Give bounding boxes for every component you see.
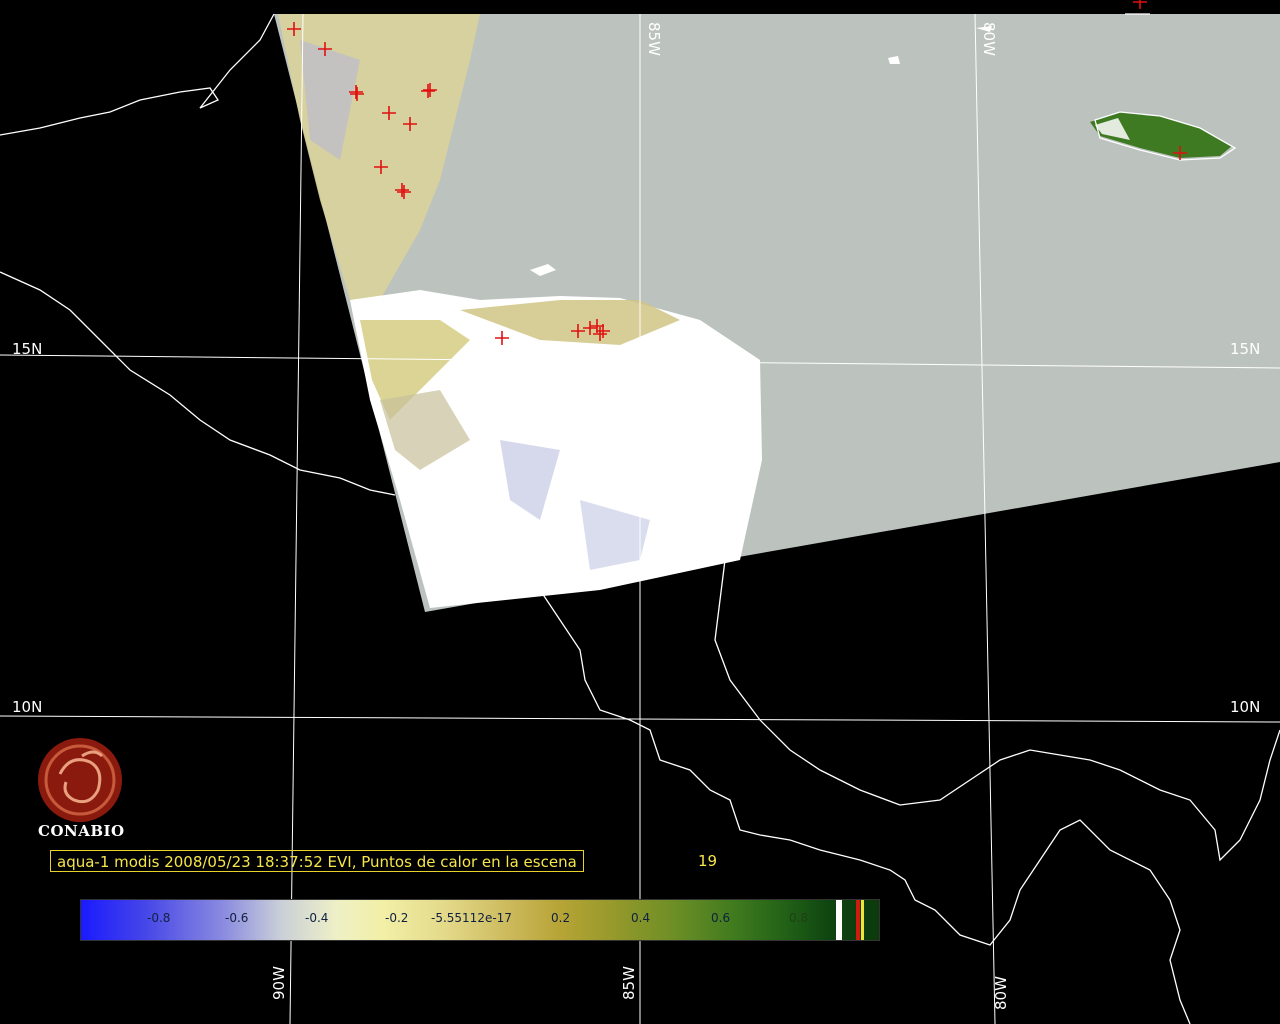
- hotspot-count: 19: [698, 852, 718, 870]
- lon-label-85w-top: 85W: [645, 22, 663, 56]
- lat-label-10n-left: 10N: [12, 698, 43, 716]
- lat-label-15n-right: 15N: [1230, 340, 1261, 358]
- scene-caption: aqua-1 modis 2008/05/23 18:37:52 EVI, Pu…: [50, 850, 584, 872]
- colorbar-label: -0.6: [225, 911, 249, 925]
- colorbar-label: 0.8: [789, 911, 809, 925]
- hotspot-marker: [1133, 0, 1147, 9]
- colorbar-label: -0.2: [385, 911, 409, 925]
- colorbar-cloud-swatch: [836, 900, 842, 940]
- lon-label-90w-bottom: 90W: [270, 966, 288, 1000]
- colorbar-label: 0.6: [711, 911, 731, 925]
- colorbar-yellow-swatch: [861, 900, 864, 940]
- evi-colorbar: -0.8 -0.6 -0.4 -0.2 -5.55112e-17 0.2 0.4…: [80, 899, 880, 941]
- lat-label-10n-right: 10N: [1230, 698, 1261, 716]
- lon-label-80w-top: 80W: [980, 22, 998, 56]
- colorbar-label: 0.4: [631, 911, 651, 925]
- colorbar-hotspot-swatch: [856, 900, 860, 940]
- colorbar-label: -5.55112e-17: [431, 911, 512, 925]
- logo-text: CONABIO: [38, 822, 125, 840]
- lat-label-15n-left: 15N: [12, 340, 43, 358]
- lon-label-80w-bottom: 80W: [992, 976, 1010, 1010]
- colorbar-label: -0.8: [147, 911, 171, 925]
- colorbar-label: -0.4: [305, 911, 329, 925]
- lon-label-85w-bottom: 85W: [620, 966, 638, 1000]
- colorbar-label: 0.2: [551, 911, 571, 925]
- map-viewer: 15N 15N 10N 10N 85W 80W 90W 85W 80W CONA…: [0, 0, 1280, 1024]
